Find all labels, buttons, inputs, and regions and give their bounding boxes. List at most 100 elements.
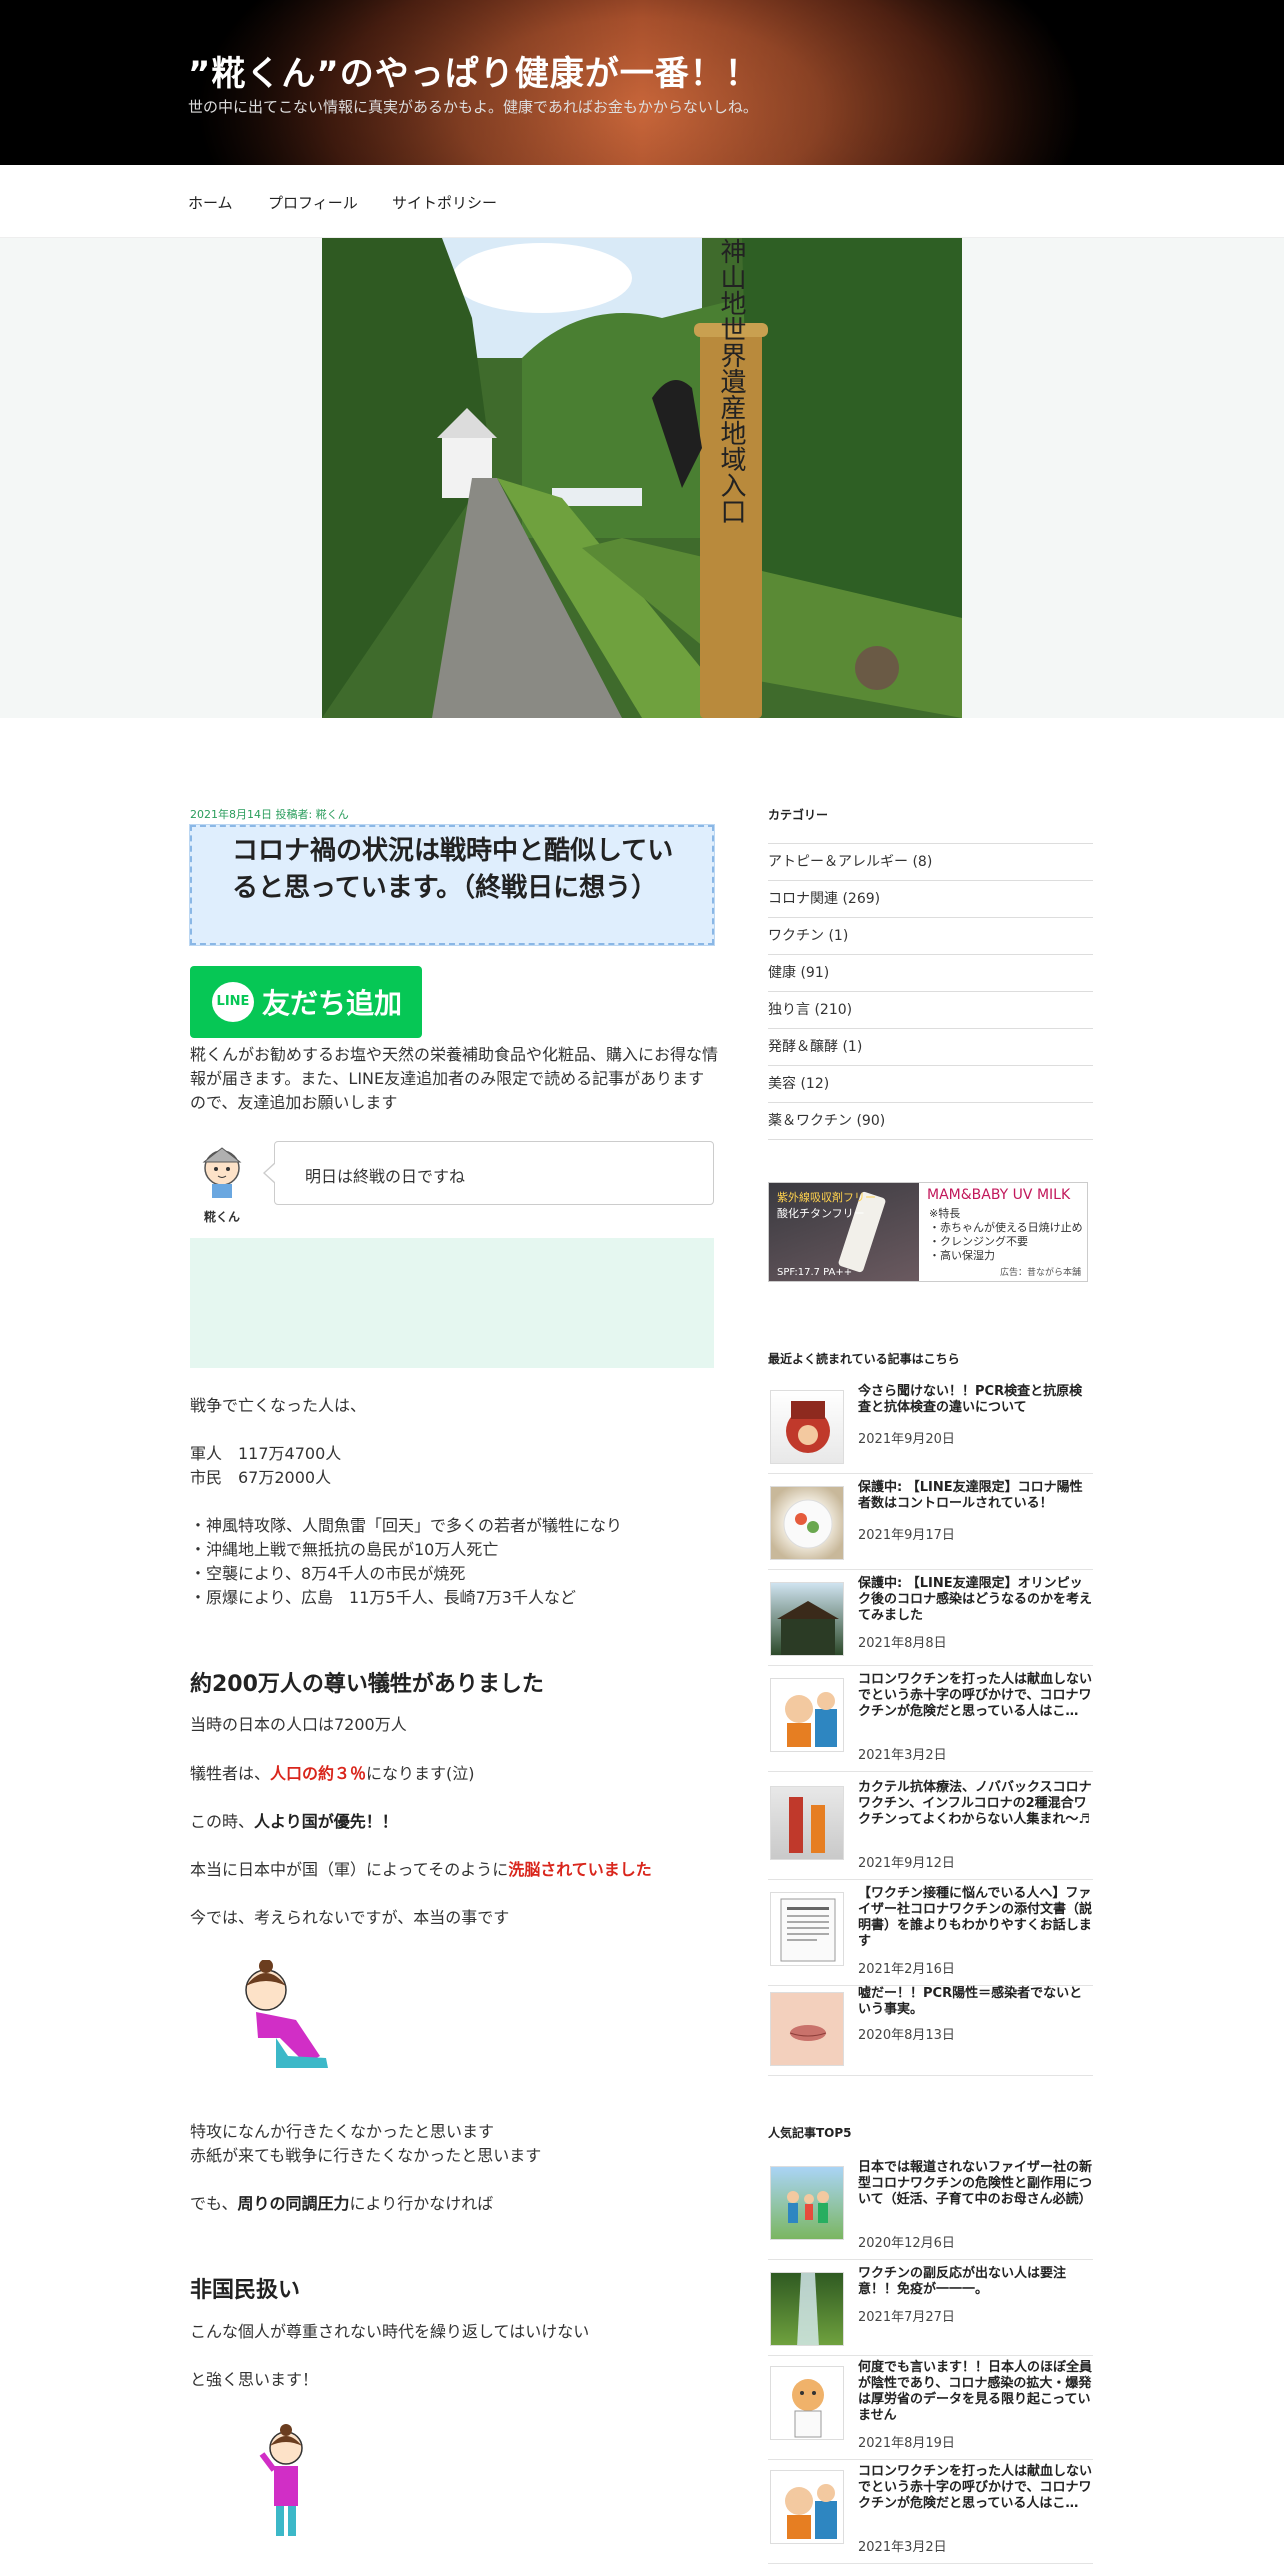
popular-post-item[interactable]: ワクチンの副反応が出ない人は要注意！！免疫が一一一。 2021年7月27日 <box>768 2266 1093 2356</box>
sidebar-ad-banner[interactable]: 紫外線吸収剤フリー 酸化チタンフリー SPF:17.7 PA++ MAM&BAB… <box>768 1182 1088 1282</box>
popular-post-item[interactable]: 何度でも言います！！日本人のほぼ全員が陰性であり、コロナ感染の拡大・爆発は厚労省… <box>768 2360 1093 2460</box>
body-text: 赤紙が来ても戦争に行きたくなかったと思います <box>190 2146 542 2165</box>
category-item[interactable]: 独り言 (210) <box>768 992 1093 1029</box>
line-button-label: 友だち追加 <box>262 987 403 1020</box>
hero-image: 白神山地世界遺産地域入口 <box>322 238 962 718</box>
bullet-item: ・神風特攻隊、人間魚雷「回天」で多くの若者が犠牲になり <box>190 1516 623 1535</box>
recent-posts-heading: 最近よく読まれている記事はこちら <box>768 1352 960 1366</box>
popular-posts-heading: 人気記事TOP5 <box>768 2126 852 2140</box>
post-date: 2021年3月2日 <box>858 1748 947 1763</box>
bullet-item: ・空襲により、8万4千人の市民が焼死 <box>190 1564 466 1583</box>
post-title-box: コロナ禍の状況は戦時中と酷似していると思っています。（終戦日に想う） <box>189 824 715 946</box>
body-text: 特攻になんか行きたくなかったと思います <box>190 2122 495 2141</box>
ad-placeholder-box <box>190 1238 714 1368</box>
post-date: 2020年12月6日 <box>858 2236 955 2251</box>
post-thumbnail <box>770 1992 844 2066</box>
post-date: 2021年7月27日 <box>858 2310 955 2325</box>
body-text: 本当に日本中が国（軍）によってそのように洗脳されていました <box>190 1860 652 1879</box>
categories-heading: カテゴリー <box>768 808 829 822</box>
speech-bubble: 明日は終戦の日ですね <box>263 1141 714 1205</box>
post-thumbnail <box>770 1678 844 1752</box>
post-title-link[interactable]: カクテル抗体療法、ノババックスコロナワクチン、インフルコロナの2種混合ワクチンっ… <box>858 1780 1094 1828</box>
line-description: 糀くんがお勧めするお塩や天然の栄養補助食品や化粧品、購入にお得な情報が届きます。… <box>190 1045 719 1112</box>
post-date: 2021年2月16日 <box>858 1962 955 1977</box>
post-date: 2020年8月13日 <box>858 2028 955 2043</box>
koji-kun-avatar <box>202 1147 242 1198</box>
ad-text: 酸化チタンフリー <box>777 1207 865 1220</box>
line-logo-icon: LINE <box>212 982 254 1022</box>
category-item[interactable]: 健康 (91) <box>768 955 1093 992</box>
section-heading: 非国民扱い <box>190 2278 301 2303</box>
recent-post-item[interactable]: 保護中: 【LINE友達限定】オリンピック後のコロナ感染はどうなるのかを考えてみ… <box>768 1576 1093 1666</box>
post-title: コロナ禍の状況は戦時中と酷似していると思っています。（終戦日に想う） <box>232 836 674 903</box>
speaker-name: 糀くん <box>204 1210 241 1224</box>
body-text: でも、周りの同調圧力により行かなければ <box>190 2194 494 2213</box>
site-description: 世の中に出てこない情報に真実があるかもよ。健康であればお金もかからないしね。 <box>188 98 758 116</box>
post-title-link[interactable]: 今さら聞けない！！PCR検査と抗原検査と抗体検査の違いについて <box>858 1384 1094 1416</box>
recent-post-item[interactable]: 【ワクチン接種に悩んでいる人へ】ファイザー社コロナワクチンの添付文書（説明書）を… <box>768 1886 1093 1986</box>
body-text: 軍人 117万4700人 <box>190 1444 342 1463</box>
bullet-item: ・沖縄地上戦で無抵抗の島民が10万人死亡 <box>190 1540 499 1559</box>
kneeling-girl-illustration <box>245 1960 328 2068</box>
post-thumbnail <box>770 2366 844 2440</box>
recent-post-item[interactable]: 保護中: 【LINE友達限定】コロナ陽性者数はコントロールされている！ 2021… <box>768 1480 1093 1570</box>
popular-post-item[interactable]: 日本では報道されないファイザー社の新型コロナワクチンの危険性と副作用について（妊… <box>768 2160 1093 2260</box>
post-title-link[interactable]: ワクチンの副反応が出ない人は要注意！！免疫が一一一。 <box>858 2266 1094 2298</box>
post-title-link[interactable]: 保護中: 【LINE友達限定】オリンピック後のコロナ感染はどうなるのかを考えてみ… <box>858 1576 1094 1624</box>
recent-post-item[interactable]: コロンワクチンを打った人は献血しないでという赤十字の呼びかけで、コロナワクチンが… <box>768 1672 1093 1772</box>
speech-bubble-text: 明日は終戦の日ですね <box>305 1167 466 1186</box>
main-nav: ホーム プロフィール サイトポリシー <box>0 165 1284 238</box>
category-list: アトピー＆アレルギー (8) コロナ関連 (269) ワクチン (1) 健康 (… <box>768 843 1093 1140</box>
body-text: 当時の日本の人口は7200万人 <box>190 1715 407 1734</box>
recent-post-item[interactable]: カクテル抗体療法、ノババックスコロナワクチン、インフルコロナの2種混合ワクチンっ… <box>768 1780 1093 1880</box>
post-date: 2021年9月12日 <box>858 1856 955 1871</box>
hero-sign-text: 白神山地世界遺産地域入口 <box>716 238 746 524</box>
post-title-link[interactable]: 保護中: 【LINE友達限定】コロナ陽性者数はコントロールされている！ <box>858 1480 1094 1512</box>
ad-brand: MAM&BABY UV MILK <box>927 1187 1071 1203</box>
category-item[interactable]: アトピー＆アレルギー (8) <box>768 844 1093 881</box>
bullet-item: ・原爆により、広島 11万5千人、長崎7万3千人など <box>190 1588 576 1607</box>
post-title-link[interactable]: コロンワクチンを打った人は献血しないでという赤十字の呼びかけで、コロナワクチンが… <box>858 2464 1094 2512</box>
body-text: 今では、考えられないですが、本当の事です <box>190 1908 510 1927</box>
body-text: と強く思います！ <box>190 2370 319 2389</box>
ad-text: 紫外線吸収剤フリー <box>777 1191 876 1204</box>
category-item[interactable]: 発酵＆醸酵 (1) <box>768 1029 1093 1066</box>
post-date: 2021年8月19日 <box>858 2436 955 2451</box>
recent-post-item[interactable]: 今さら聞けない！！PCR検査と抗原検査と抗体検査の違いについて 2021年9月2… <box>768 1384 1093 1474</box>
category-item[interactable]: 美容 (12) <box>768 1066 1093 1103</box>
recent-post-item[interactable]: 嘘だー！！PCR陽性＝感染者でないという事実。 2020年8月13日 <box>768 1986 1093 2076</box>
section-heading: 約200万人の尊い犠牲がありました <box>190 1672 544 1697</box>
post-date: 2021年8月8日 <box>858 1636 947 1651</box>
post-thumbnail <box>770 1390 844 1464</box>
category-item[interactable]: ワクチン (1) <box>768 918 1093 955</box>
ad-feature-list: ※特長 ・赤ちゃんが使える日焼け止め ・クレンジング不要 ・高い保湿力 <box>929 1207 1083 1262</box>
post-title-link[interactable]: 嘘だー！！PCR陽性＝感染者でないという事実。 <box>858 1986 1094 2018</box>
popular-post-item[interactable]: コロンワクチンを打った人は献血しないでという赤十字の呼びかけで、コロナワクチンが… <box>768 2464 1093 2564</box>
post-title-link[interactable]: 日本では報道されないファイザー社の新型コロナワクチンの危険性と副作用について（妊… <box>858 2160 1094 2208</box>
post-date: 2021年9月17日 <box>858 1528 955 1543</box>
post-thumbnail <box>770 2166 844 2240</box>
ad-text: SPF:17.7 PA++ <box>777 1267 853 1278</box>
body-text: 戦争で亡くなった人は、 <box>190 1396 367 1415</box>
body-text: 犠牲者は、人口の約３％になります(泣) <box>190 1764 475 1783</box>
post-thumbnail <box>770 1582 844 1656</box>
post-date: 2021年3月2日 <box>858 2540 947 2555</box>
post-date: 2021年9月20日 <box>858 1432 955 1447</box>
post-title-link[interactable]: 【ワクチン接種に悩んでいる人へ】ファイザー社コロナワクチンの添付文書（説明書）を… <box>858 1886 1094 1950</box>
nav-profile[interactable]: プロフィール <box>268 192 358 213</box>
post-thumbnail <box>770 1892 844 1966</box>
nav-home[interactable]: ホーム <box>188 192 233 213</box>
ad-image: 紫外線吸収剤フリー 酸化チタンフリー SPF:17.7 PA++ <box>769 1183 919 1281</box>
category-item[interactable]: 薬＆ワクチン (90) <box>768 1103 1093 1140</box>
post-title-link[interactable]: 何度でも言います！！日本人のほぼ全員が陰性であり、コロナ感染の拡大・爆発は厚労省… <box>858 2360 1094 2424</box>
post-thumbnail <box>770 1486 844 1560</box>
site-title[interactable]: ”糀くん”のやっぱり健康が一番！！ <box>188 46 760 95</box>
body-text: 市民 67万2000人 <box>190 1468 332 1487</box>
nav-site-policy[interactable]: サイトポリシー <box>392 192 497 213</box>
category-item[interactable]: コロナ関連 (269) <box>768 881 1093 918</box>
line-add-friend-button[interactable]: LINE 友だち追加 <box>190 966 422 1038</box>
post-thumbnail <box>770 2470 844 2544</box>
post-title-link[interactable]: コロンワクチンを打った人は献血しないでという赤十字の呼びかけで、コロナワクチンが… <box>858 1672 1094 1720</box>
post-meta[interactable]: 2021年8月14日 投稿者: 糀くん <box>190 806 349 822</box>
body-text: こんな個人が尊重されない時代を繰り返してはいけない <box>190 2322 590 2341</box>
